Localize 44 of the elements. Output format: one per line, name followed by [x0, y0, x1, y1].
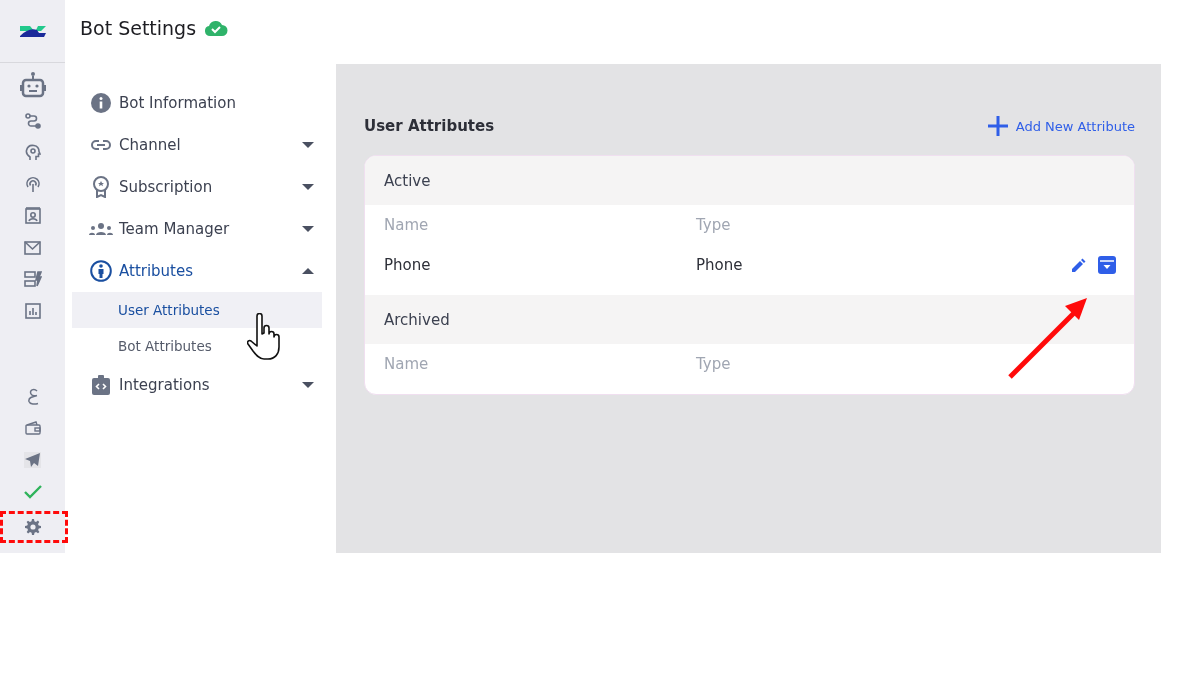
award-icon	[92, 176, 110, 198]
menu-item[interactable]: Integrations	[72, 364, 322, 406]
submenu-item[interactable]: Bot Attributes	[72, 328, 322, 364]
server-bolt-icon[interactable]	[23, 271, 42, 288]
mail-icon[interactable]	[24, 240, 41, 255]
column-header: Type	[696, 215, 732, 236]
table-cell-text: Phone	[696, 255, 744, 276]
contact-card-icon[interactable]	[24, 207, 41, 225]
language-icon[interactable]	[25, 387, 40, 406]
section-title: User Attributes	[364, 117, 495, 135]
route-icon[interactable]	[24, 112, 41, 129]
column-header: Name	[384, 215, 430, 236]
archive-icon[interactable]	[1098, 256, 1116, 274]
menu-item[interactable]: Channel	[72, 124, 322, 166]
cloud-check-icon	[204, 20, 229, 36]
team-icon	[89, 222, 113, 236]
code-clipboard-icon	[91, 375, 111, 395]
check-icon[interactable]	[23, 484, 42, 499]
logo-icon[interactable]	[18, 24, 47, 38]
section-label: Active	[384, 171, 431, 190]
section-label: Archived	[384, 310, 450, 329]
table-cell-text: Phone	[384, 255, 432, 276]
settings-icon[interactable]	[24, 518, 41, 535]
link-icon	[91, 139, 111, 151]
broadcast-icon[interactable]	[24, 176, 41, 193]
menu-item[interactable]: Bot Information	[72, 82, 322, 124]
menu-item[interactable]: Attributes	[72, 250, 322, 292]
send-icon[interactable]	[24, 452, 41, 469]
hand-pointer-icon	[247, 313, 283, 363]
edit-icon[interactable]	[1072, 258, 1086, 272]
menu-item[interactable]: Team Manager	[72, 208, 322, 250]
head-gear-icon[interactable]	[24, 144, 41, 162]
wallet-icon[interactable]	[24, 421, 41, 436]
menu-item[interactable]: Subscription	[72, 166, 322, 208]
submenu-item[interactable]: User Attributes	[72, 292, 322, 328]
column-header: Type	[696, 354, 732, 375]
page-title: Bot Settings	[80, 17, 197, 39]
robot-icon[interactable]	[19, 71, 46, 99]
add-attribute-button[interactable]: Add New Attribute	[986, 115, 1135, 137]
chart-icon[interactable]	[24, 302, 41, 319]
column-header: Name	[384, 354, 430, 375]
info-icon	[91, 93, 111, 113]
plus-icon	[986, 115, 1009, 137]
person-circle-icon	[90, 260, 112, 282]
